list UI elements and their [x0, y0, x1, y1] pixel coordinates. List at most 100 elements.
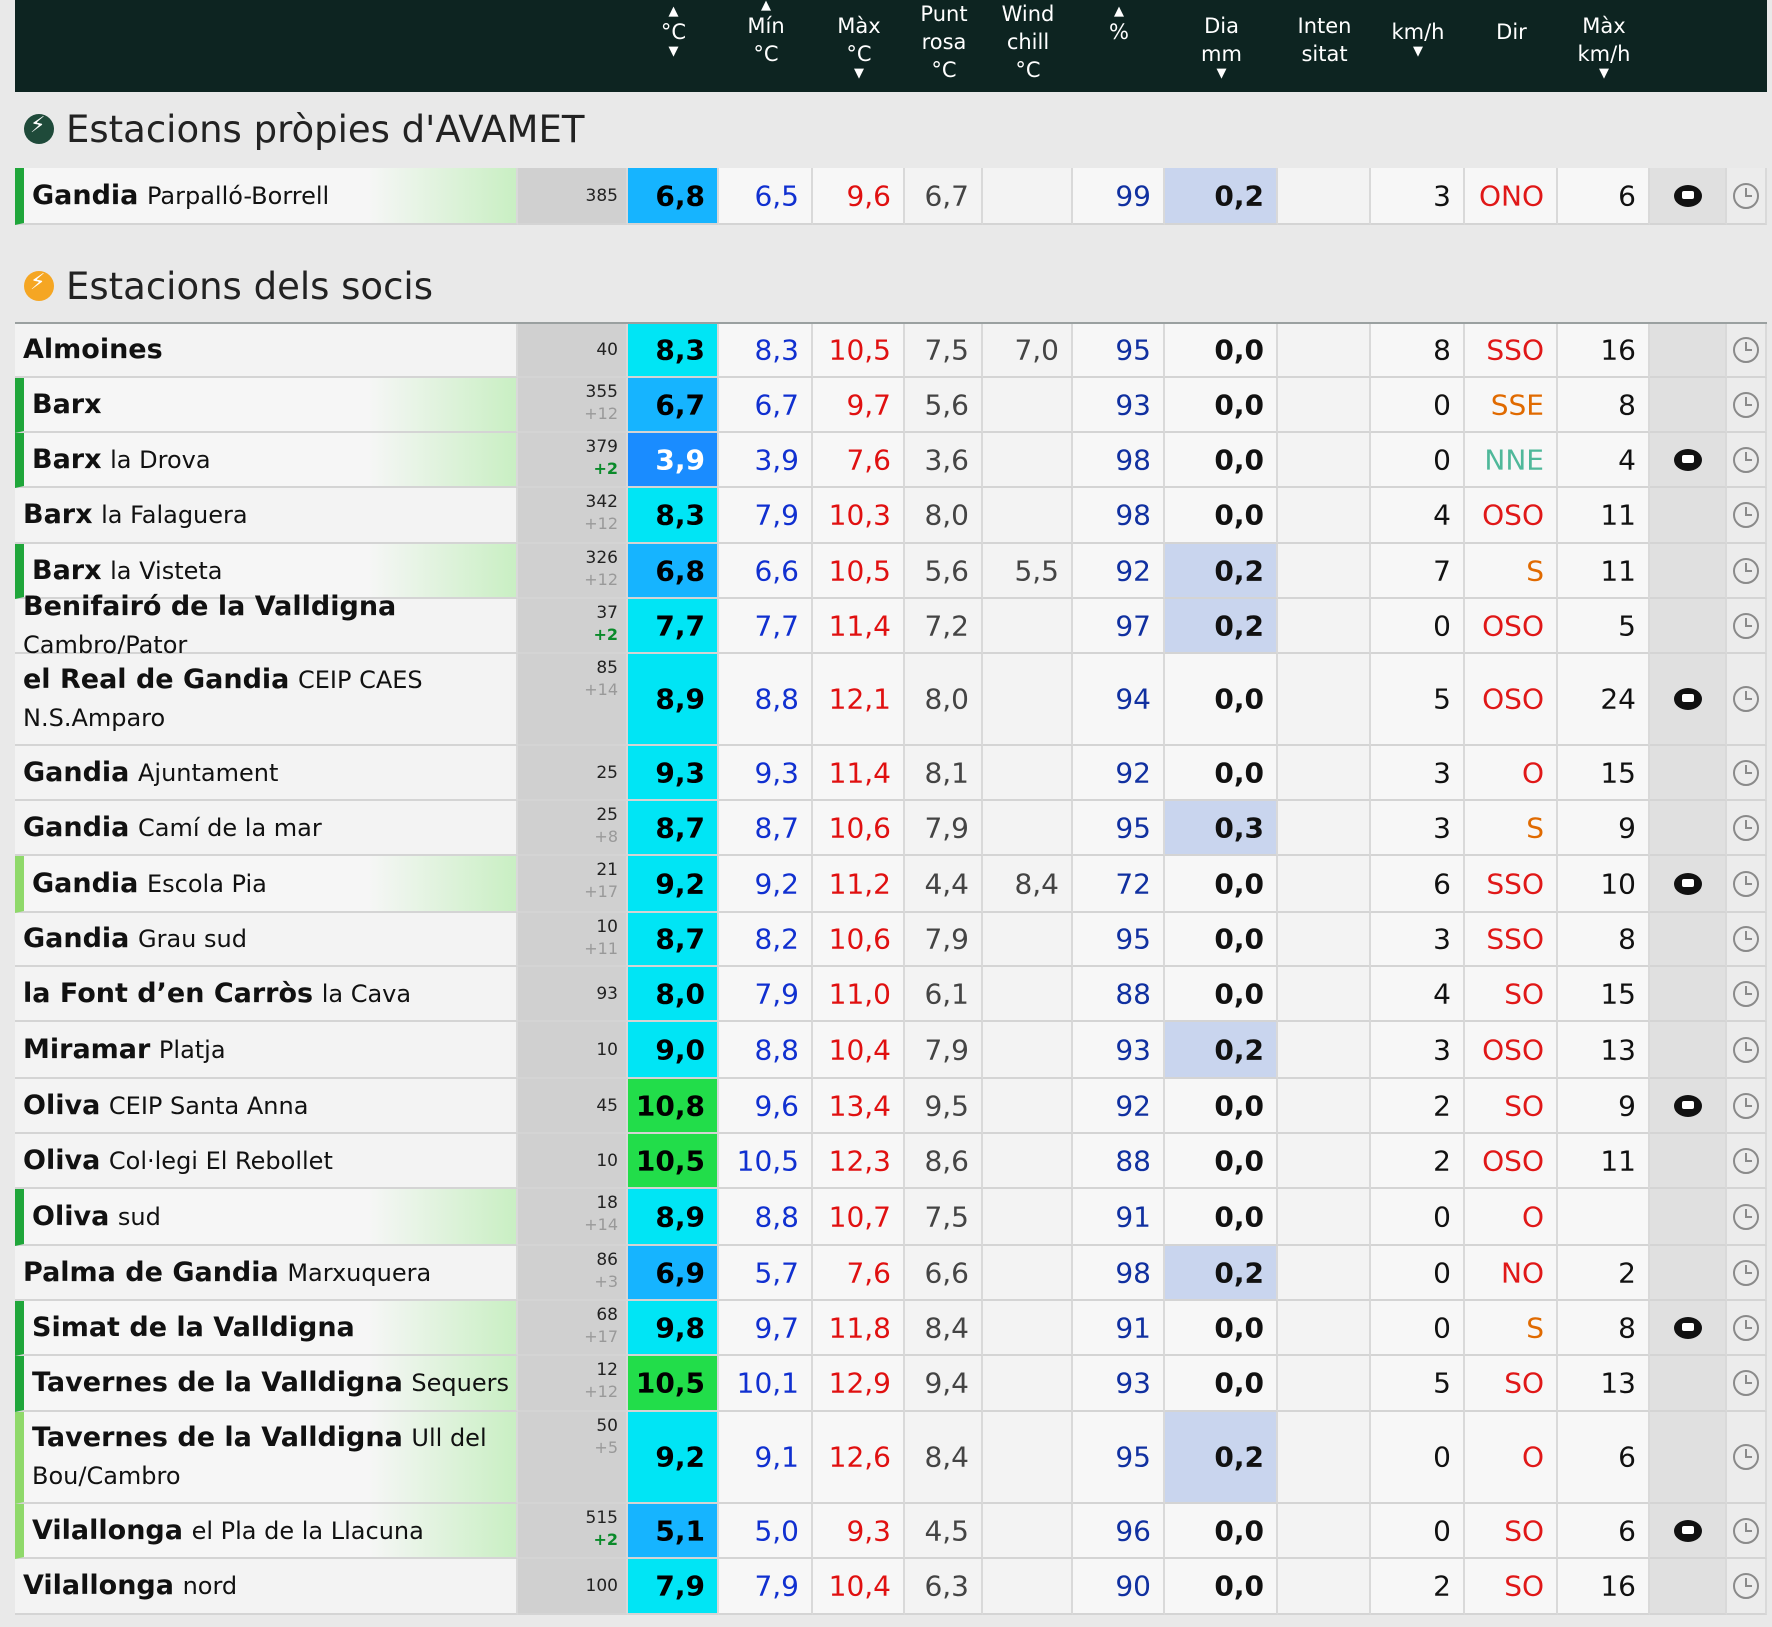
station-name[interactable]: Benifairó de la Valldigna [23, 591, 396, 622]
webcam-icon[interactable] [1673, 184, 1702, 207]
webcam-icon[interactable] [1673, 1316, 1702, 1339]
station-name[interactable]: Barx [32, 389, 102, 420]
column-header-rain[interactable]: ▲Diamm▼ [1165, 0, 1278, 92]
station-name[interactable]: Simat de la Valldigna [32, 1312, 355, 1343]
station-row[interactable]: Palma de Gandia Marxuquera 86 +3 6,9 5,7 7,6 6… [15, 1246, 1767, 1301]
station-name[interactable]: el Real de Gandia [23, 664, 289, 695]
station-name[interactable]: Vilallonga [23, 1570, 174, 1601]
column-header-dew[interactable]: ▲Puntrosa°C [905, 0, 983, 82]
station-name-cell[interactable]: el Real de Gandia CEIP CAES N.S.Amparo [15, 654, 518, 746]
station-name[interactable]: Oliva [23, 1090, 100, 1121]
sort-up-icon[interactable]: ▲ [1073, 5, 1165, 18]
station-name-cell[interactable]: Miramar Platja [15, 1022, 518, 1079]
clock-icon[interactable] [1733, 1259, 1759, 1286]
clock-icon[interactable] [1733, 1092, 1759, 1119]
clock-icon[interactable] [1733, 182, 1759, 209]
station-name[interactable]: Oliva [32, 1201, 109, 1232]
station-name[interactable]: Gandia [23, 923, 129, 954]
station-name[interactable]: Almoines [23, 334, 163, 365]
station-row[interactable]: Oliva sud 18 +14 8,9 8,8 10,7 7,5 91 0,0 0 O [15, 1189, 1767, 1246]
clock-icon[interactable] [1733, 557, 1759, 584]
station-name[interactable]: Palma de Gandia [23, 1257, 279, 1288]
station-row[interactable]: Almoines 40 8,3 8,3 10,5 7,5 7,0 95 0,0 8 SSO 16 [15, 324, 1767, 378]
column-header-min[interactable]: ▲ Mín °C [719, 0, 813, 92]
webcam-icon[interactable] [1673, 688, 1702, 710]
column-header-wind[interactable]: ▲km/h▼ [1371, 6, 1465, 98]
clock-icon[interactable] [1733, 1444, 1759, 1470]
clock-icon[interactable] [1733, 1314, 1759, 1341]
column-header-temp[interactable]: ▲ °C ▼ [628, 5, 719, 98]
station-name[interactable]: Gandia [32, 180, 138, 211]
station-name-cell[interactable]: Almoines [15, 324, 518, 378]
station-row[interactable]: Vilallonga el Pla de la Llacuna 515 +2 5,1 5… [15, 1504, 1767, 1559]
station-name-cell[interactable]: Barx la Falaguera [15, 488, 518, 544]
sort-up-icon[interactable]: ▲ [719, 0, 813, 12]
station-name-cell[interactable]: Oliva sud [15, 1189, 518, 1246]
clock-icon[interactable] [1733, 686, 1759, 712]
station-name-cell[interactable]: Gandia Grau sud [15, 913, 518, 967]
station-row[interactable]: Tavernes de la Valldigna Sequers 12 +12 10,… [15, 1356, 1767, 1412]
clock-icon[interactable] [1733, 814, 1759, 841]
sort-down-icon[interactable]: ▼ [1558, 67, 1650, 80]
webcam-icon[interactable] [1673, 872, 1702, 895]
clock-icon[interactable] [1733, 446, 1759, 473]
station-row[interactable]: Tavernes de la Valldigna Ull del Bou/Cam… [15, 1412, 1767, 1504]
station-name-cell[interactable]: Vilallonga nord [15, 1559, 518, 1615]
column-header-wc[interactable]: ▲Windchill°C [983, 0, 1073, 82]
station-name-cell[interactable]: Gandia Escola Pia [15, 856, 518, 913]
station-name-cell[interactable]: Palma de Gandia Marxuquera [15, 1246, 518, 1301]
station-row[interactable]: Simat de la Valldigna 68 +17 9,8 9,7 11,8 8,4… [15, 1301, 1767, 1356]
clock-icon[interactable] [1733, 502, 1759, 528]
station-row[interactable]: Gandia Camí de la mar 25 +8 8,7 8,7 10,6 7,9 95… [15, 801, 1767, 856]
station-name[interactable]: Gandia [23, 812, 129, 843]
column-header-max[interactable]: ▲Màx°C▼ [813, 0, 905, 92]
station-name-cell[interactable]: Tavernes de la Valldigna Ull del Bou/Cam… [15, 1412, 518, 1504]
clock-icon[interactable] [1733, 1036, 1759, 1063]
station-row[interactable]: Gandia Escola Pia 21 +17 9,2 9,2 11,2 4,4 8,4 72… [15, 856, 1767, 913]
column-header-gust[interactable]: ▲Màxkm/h▼ [1558, 0, 1650, 92]
sort-up-icon[interactable]: ▲ [628, 5, 719, 18]
station-row[interactable]: Oliva Col·legi El Rebollet 10 10,5 10,5 12,3… [15, 1134, 1767, 1189]
station-name[interactable]: la Font d’en Carròs [23, 978, 313, 1009]
clock-icon[interactable] [1733, 1203, 1759, 1230]
station-name-cell[interactable]: Barx [15, 378, 518, 433]
clock-icon[interactable] [1733, 1517, 1759, 1544]
station-name-cell[interactable]: Benifairó de la Valldigna Cambro/Pator [15, 591, 518, 659]
station-row[interactable]: Vilallonga nord 100 7,9 7,9 10,4 6,3 90 0,0 2 SO 1… [15, 1559, 1767, 1615]
station-row[interactable]: Barx la Falaguera 342 +12 8,3 7,9 10,3 8,0 98 0,… [15, 488, 1767, 544]
station-name[interactable]: Barx [32, 555, 102, 586]
station-row[interactable]: la Font d’en Carròs la Cava 93 8,0 7,9 11,0 6… [15, 967, 1767, 1022]
clock-icon[interactable] [1733, 980, 1759, 1007]
station-row[interactable]: Oliva CEIP Santa Anna 45 10,8 9,6 13,4 9,5 92 0… [15, 1079, 1767, 1134]
sort-down-icon[interactable]: ▼ [1165, 67, 1278, 80]
station-name-cell[interactable]: Gandia Camí de la mar [15, 801, 518, 856]
webcam-icon[interactable] [1673, 448, 1702, 471]
station-name[interactable]: Tavernes de la Valldigna [32, 1422, 403, 1453]
station-name-cell[interactable]: Oliva Col·legi El Rebollet [15, 1134, 518, 1189]
station-row[interactable]: Benifairó de la Valldigna Cambro/Pator 37… [15, 591, 1767, 659]
clock-icon[interactable] [1733, 926, 1759, 952]
station-name-cell[interactable]: Oliva CEIP Santa Anna [15, 1079, 518, 1134]
station-name-cell[interactable]: Gandia Parpalló-Borrell [15, 168, 518, 225]
clock-icon[interactable] [1733, 759, 1759, 786]
station-name[interactable]: Vilallonga [32, 1515, 183, 1546]
station-name[interactable]: Miramar [23, 1034, 150, 1065]
station-name-cell[interactable]: Barx la Drova [15, 433, 518, 488]
station-name-cell[interactable]: Vilallonga el Pla de la Llacuna [15, 1504, 518, 1559]
station-row[interactable]: Gandia Ajuntament 25 9,3 9,3 11,4 8,1 92 0,0 3 O 1… [15, 746, 1767, 801]
clock-icon[interactable] [1733, 1370, 1759, 1396]
station-name[interactable]: Barx [32, 444, 102, 475]
sort-down-icon[interactable]: ▼ [1371, 45, 1465, 58]
station-row[interactable]: Miramar Platja 10 9,0 8,8 10,4 7,9 93 0,2 3 OSO 13 [15, 1022, 1767, 1079]
station-name[interactable]: Gandia [23, 757, 129, 788]
column-header-dir[interactable]: ▲Dir [1465, 6, 1558, 98]
station-name-cell[interactable]: Gandia Ajuntament [15, 746, 518, 801]
clock-icon[interactable] [1733, 1573, 1759, 1599]
clock-icon[interactable] [1733, 612, 1759, 639]
sort-down-icon[interactable]: ▼ [813, 67, 905, 80]
sort-down-icon[interactable]: ▼ [628, 45, 719, 58]
station-row[interactable]: Gandia Grau sud 10 +11 8,7 8,2 10,6 7,9 95 0,0 3 S… [15, 913, 1767, 967]
station-row[interactable]: Gandia Parpalló-Borrell 385 6,8 6,5 9,6 6,7 99… [15, 168, 1767, 225]
station-name[interactable]: Oliva [23, 1145, 100, 1176]
station-name[interactable]: Barx [23, 499, 93, 530]
